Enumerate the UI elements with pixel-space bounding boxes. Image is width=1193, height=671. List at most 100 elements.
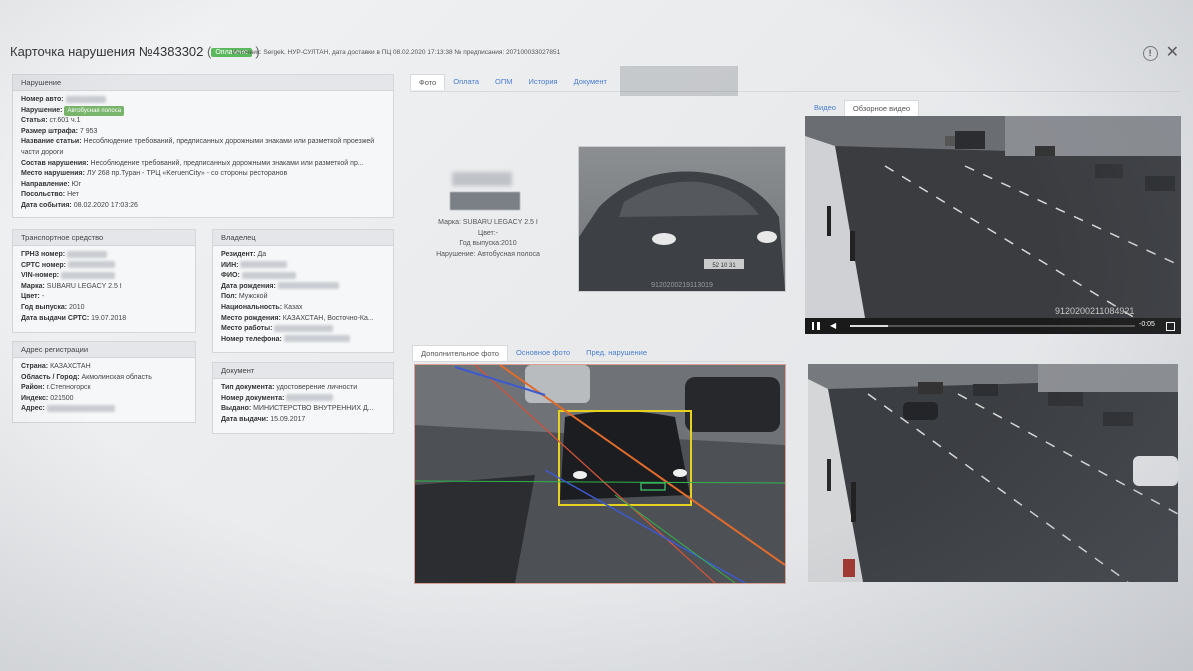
panel-body: Резидент: Да ИИН: ФИО: Дата рождения: Пол…	[213, 246, 393, 349]
field-value: г.Степногорск	[46, 384, 91, 392]
field-row: Название статьи: Несоблюдение требований…	[21, 137, 385, 158]
field-row: Год выпуска: 2010	[21, 303, 187, 314]
detection-photo[interactable]	[414, 364, 786, 584]
field-row: Выдано: МИНИСТЕРСТВО ВНУТРЕННИХ Д...	[221, 404, 385, 415]
pause-icon[interactable]	[812, 322, 817, 330]
field-row: Номер телефона:	[221, 335, 385, 346]
field-row: Индекс: 021500	[21, 394, 187, 405]
field-label: Дата события:	[21, 201, 72, 209]
field-row: Марка: SUBARU LEGACY 2.5 I	[21, 282, 187, 293]
car-year: Год выпуска:2010	[459, 240, 517, 247]
field-label: Национальность:	[221, 303, 283, 311]
field-row: Дата события: 08.02.2020 17:03:26	[21, 201, 385, 212]
field-value: 08.02.2020 17:03:26	[73, 201, 138, 209]
field-label: Посольство:	[21, 191, 66, 199]
seek-bar[interactable]	[850, 325, 1135, 327]
plate-blur	[452, 172, 512, 186]
video-player[interactable]: 9120200211084921	[805, 116, 1181, 318]
field-value: Казах	[284, 303, 303, 311]
field-row: Направление: Юг	[21, 180, 385, 191]
car-info: Марка: SUBARU LEGACY 2.5 I Цвет:- Год вы…	[418, 218, 558, 260]
field-label: Номер авто:	[21, 96, 64, 103]
field-row: Тип документа: удостоверение личности	[221, 383, 385, 394]
field-value: ст.601 ч.1	[49, 117, 81, 125]
field-label: Адрес:	[21, 405, 45, 413]
close-icon[interactable]: ✕	[1166, 45, 1179, 61]
violation-panel: Нарушение Номер авто: Нарушение: Автобус…	[12, 74, 394, 218]
page-title: Карточка нарушения №4383302 (Оплачено )	[10, 44, 260, 59]
tab-opm[interactable]: ОПМ	[487, 74, 520, 90]
field-value: Несоблюдение требований, предписанных до…	[90, 159, 364, 167]
field-row: Страна: КАЗАХСТАН	[21, 362, 187, 373]
car-violation: Нарушение: Автобусная полоса	[436, 250, 540, 258]
tab-additional-photo[interactable]: Дополнительное фото	[412, 345, 508, 361]
address-panel: Адрес регистрации Страна: КАЗАХСТАН Облас…	[12, 341, 196, 423]
tab-document[interactable]: Документ	[566, 74, 615, 90]
field-label: Статья:	[21, 117, 48, 125]
tab-history[interactable]: История	[521, 74, 566, 90]
redacted-value	[67, 250, 108, 258]
redacted-value	[286, 394, 334, 402]
header-meta: Источник: Sergek, НУР-СУЛТАН, дата доста…	[232, 49, 561, 56]
panel-body: Номер авто: Нарушение: Автобусная полоса…	[13, 91, 393, 216]
video-tabs: Видео Обзорное видео	[806, 100, 920, 116]
field-value: 2010	[69, 303, 85, 311]
header-icons: ! ✕	[1142, 45, 1179, 61]
photo-tabs-divider	[412, 361, 784, 362]
field-row: Район: г.Степногорск	[21, 383, 187, 394]
video-time: -0:05	[1139, 321, 1155, 328]
field-label: Дата выдачи:	[221, 415, 269, 423]
field-value: -	[41, 293, 45, 301]
field-value: Мужской	[238, 293, 268, 301]
redacted-value	[61, 271, 116, 279]
field-value: 7 953	[79, 127, 98, 135]
field-label: СРТС номер:	[21, 261, 66, 269]
field-row: ФИО:	[221, 271, 385, 282]
field-label: Нарушение:	[21, 106, 63, 114]
tab-overview-video[interactable]: Обзорное видео	[843, 100, 920, 116]
field-label: Резидент:	[221, 251, 256, 258]
tab-payment[interactable]: Оплата	[445, 74, 487, 90]
field-row: Место рождения: КАЗАХСТАН, Восточно-Ка..…	[221, 314, 385, 325]
info-icon[interactable]: !	[1142, 46, 1158, 61]
field-label: Область / Город:	[21, 373, 80, 381]
field-label: Место работы:	[221, 325, 273, 333]
field-value: КАЗАХСТАН	[50, 363, 91, 370]
field-row: Место нарушения: ЛУ 268 пр.Туран - ТРЦ «…	[21, 169, 385, 180]
field-label: Место нарушения:	[21, 170, 85, 178]
field-label: Название статьи:	[21, 138, 82, 146]
field-row: Резидент: Да	[221, 250, 385, 261]
tab-main-photo[interactable]: Основное фото	[508, 345, 578, 361]
field-row: ИИН:	[221, 261, 385, 272]
field-label: Район:	[21, 384, 45, 392]
field-value: Нет	[67, 191, 79, 199]
fullscreen-icon[interactable]	[1166, 322, 1175, 331]
field-row: Национальность: Казах	[221, 303, 385, 314]
redacted-value	[283, 335, 350, 343]
field-value: удостоверение личности	[276, 384, 358, 391]
plate-closeup-photo[interactable]: 52 10 31 9120200219113019	[578, 146, 786, 292]
field-value: Юг	[71, 180, 82, 188]
field-label: Год выпуска:	[21, 303, 68, 311]
field-label: Индекс:	[21, 394, 49, 402]
tab-video[interactable]: Видео	[806, 100, 844, 116]
redacted-value	[274, 324, 334, 332]
overview-photo[interactable]	[808, 364, 1178, 582]
tab-photo[interactable]: Фото	[410, 74, 446, 90]
field-row: Пол: Мужской	[221, 292, 385, 303]
field-row: Адрес:	[21, 404, 187, 415]
field-label: Выдано:	[221, 405, 252, 413]
volume-icon[interactable]: ◀	[830, 322, 836, 330]
field-label: Страна:	[21, 363, 49, 370]
field-value: SUBARU LEGACY 2.5 I	[46, 282, 122, 290]
field-label: ИИН:	[221, 261, 239, 269]
car-make: Марка: SUBARU LEGACY 2.5 I	[438, 219, 538, 226]
field-label: Номер документа:	[221, 394, 285, 402]
field-row: Статья: ст.601 ч.1	[21, 116, 385, 127]
panel-heading: Нарушение	[13, 75, 393, 91]
tab-prev-violation[interactable]: Пред. нарушение	[578, 345, 655, 361]
car-color: Цвет:-	[478, 229, 498, 237]
redacted-value	[46, 405, 115, 413]
screen: Карточка нарушения №4383302 (Оплачено ) …	[0, 0, 1193, 671]
field-row: Место работы:	[221, 324, 385, 335]
